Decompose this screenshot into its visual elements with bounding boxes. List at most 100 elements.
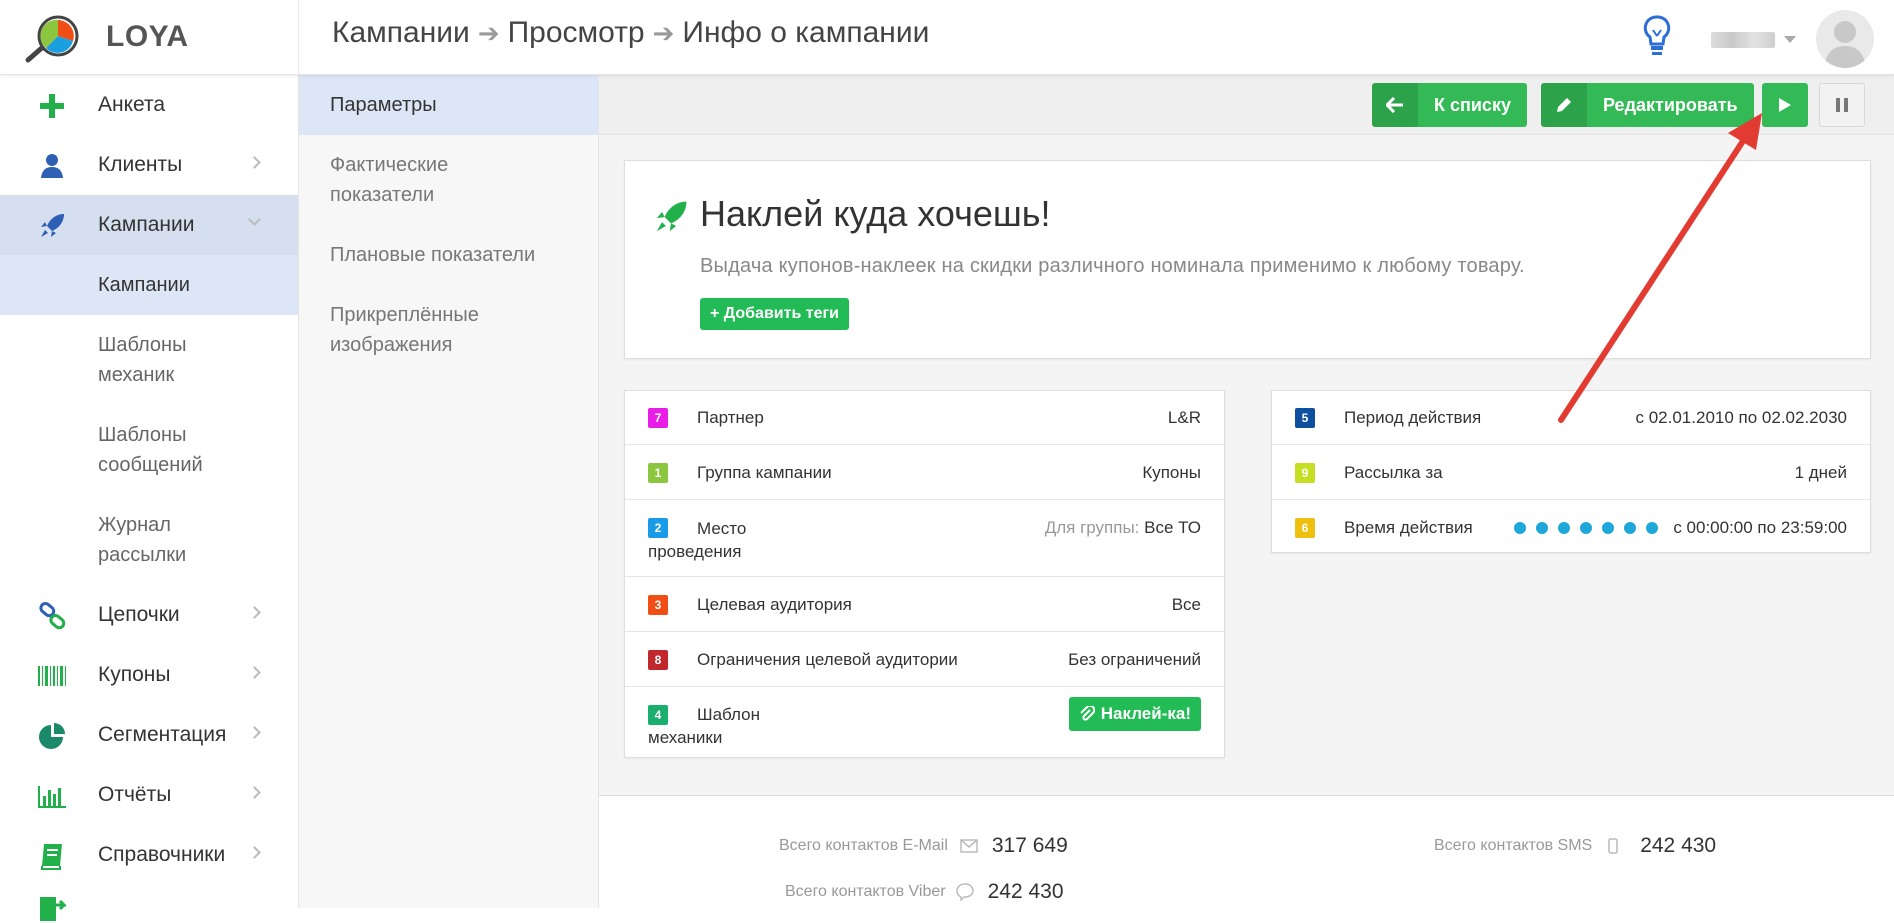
stat-email: Всего контактов E-Mail 317 649: [779, 834, 1068, 858]
start-button[interactable]: [1762, 83, 1808, 127]
table-row: 6 Время действия с 00:00:00 по 23:59:00: [1272, 500, 1870, 552]
row-badge: 3: [648, 595, 668, 615]
arrow-right-icon: ➔: [477, 17, 500, 48]
row-key: Партнер: [697, 408, 764, 427]
mechanic-template-link[interactable]: Наклей-ка!: [1068, 697, 1201, 731]
chain-icon: [39, 602, 66, 630]
add-tags-button[interactable]: + Добавить теги: [700, 298, 849, 330]
campaign-params-left: 7 Партнер L&R 1 Группа кампании Купоны 2…: [624, 390, 1225, 758]
edit-label: Редактировать: [1603, 94, 1738, 115]
tab-attached-images[interactable]: Прикреплённые изображения: [299, 285, 519, 375]
row-value: с 02.01.2010 по 02.02.2030: [1635, 408, 1848, 427]
sidebar-subitem-mailing-log[interactable]: Журнал рассылки: [0, 495, 210, 585]
day-dot: [1624, 522, 1636, 534]
chevron-right-icon: [248, 666, 261, 679]
chevron-right-icon: [248, 156, 261, 169]
tab-actual-metrics[interactable]: Фактические показатели: [299, 135, 519, 225]
sidebar-item-clients[interactable]: Клиенты: [0, 135, 298, 195]
edit-button[interactable]: Редактировать: [1541, 83, 1754, 127]
chevron-right-icon: [248, 846, 261, 859]
mechanic-template-label: Наклей-ка!: [1100, 704, 1191, 723]
table-row: 8 Ограничения целевой аудитории Без огра…: [625, 632, 1224, 687]
sidebar-item-coupons[interactable]: Купоны: [0, 645, 298, 705]
table-row: 2 Место проведения Для группы: Все ТО: [625, 500, 1224, 577]
row-key: Ограничения целевой аудитории: [697, 650, 958, 669]
row-key: Целевая аудитория: [697, 595, 852, 614]
pause-button[interactable]: [1819, 83, 1865, 127]
row-key: Период действия: [1344, 408, 1482, 427]
back-to-list-button[interactable]: К списку: [1372, 83, 1527, 127]
sidebar-item-anketa[interactable]: Анкета: [0, 75, 298, 135]
sidebar-subitem-label: Кампании: [98, 274, 190, 296]
phone-icon: [1608, 838, 1618, 854]
export-icon: [40, 897, 66, 921]
table-row: 7 Партнер L&R: [625, 391, 1224, 445]
sidebar-item-label: Кампании: [98, 213, 195, 236]
user-name[interactable]: [1711, 32, 1775, 48]
lightbulb-icon[interactable]: [1642, 14, 1672, 58]
tab-planned-metrics[interactable]: Плановые показатели: [299, 225, 598, 285]
stat-label: Всего контактов Viber: [785, 883, 946, 900]
sidebar-subitem-campaigns[interactable]: Кампании: [0, 255, 298, 315]
row-badge: 7: [648, 408, 668, 428]
sidebar-item-directories[interactable]: Справочники: [0, 825, 298, 885]
rocket-icon: [41, 214, 64, 237]
sidebar-item-partial[interactable]: [0, 885, 298, 921]
campaign-params-right: 5 Период действия с 02.01.2010 по 02.02.…: [1271, 390, 1871, 553]
day-dot: [1514, 522, 1526, 534]
toolbar: К списку Редактировать: [599, 75, 1894, 135]
row-value: Купоны: [1142, 463, 1201, 482]
row-badge: 5: [1295, 408, 1315, 428]
row-badge: 1: [648, 463, 668, 483]
breadcrumb-current: Инфо о кампании: [682, 16, 930, 49]
sidebar-item-chains[interactable]: Цепочки: [0, 585, 298, 645]
breadcrumb-item[interactable]: Кампании: [332, 16, 470, 50]
sidebar-subitem-label: Шаблоны механик: [98, 334, 187, 386]
bar-chart-icon: [38, 786, 66, 808]
row-value: L&R: [1167, 408, 1201, 427]
user-silhouette-icon: [1824, 21, 1866, 68]
sidebar-item-reports[interactable]: Отчёты: [0, 765, 298, 825]
tab-parameters[interactable]: Параметры: [299, 75, 598, 135]
stat-value: 242 430: [1640, 834, 1717, 857]
sidebar-item-label: Цепочки: [98, 603, 180, 626]
row-badge: 9: [1295, 463, 1315, 483]
breadcrumb-item[interactable]: Просмотр: [508, 16, 645, 50]
stat-label: Всего контактов E-Mail: [779, 837, 948, 854]
main-content: К списку Редактировать Наклей куда хочеш…: [599, 75, 1894, 908]
table-row: 9 Рассылка за 1 дней: [1272, 445, 1870, 500]
sidebar-item-label: Анкета: [98, 93, 166, 116]
sidebar-item-label: Купоны: [98, 663, 171, 686]
day-dot: [1558, 522, 1570, 534]
chevron-right-icon: [248, 786, 261, 799]
row-key: Рассылка за: [1344, 463, 1443, 482]
rocket-icon: [656, 201, 687, 232]
campaign-title: Наклей куда хочешь!: [700, 193, 1051, 234]
avatar[interactable]: [1816, 10, 1874, 68]
sidebar-subitem-label: Шаблоны сообщений: [98, 424, 203, 476]
pause-icon: [1836, 98, 1848, 112]
stat-value: 317 649: [991, 834, 1068, 857]
chevron-right-icon: [248, 726, 261, 739]
logo-area[interactable]: LOYA: [0, 0, 299, 75]
sidebar-item-label: Клиенты: [98, 153, 183, 176]
logo-text: LOYA: [106, 20, 189, 53]
chevron-down-icon[interactable]: [1784, 36, 1796, 43]
sidebar-subitem-mechanic-templates[interactable]: Шаблоны механик: [0, 315, 210, 405]
stat-label: Всего контактов SMS: [1434, 837, 1593, 854]
row-key: Место проведения: [648, 519, 747, 561]
sidebar-item-segmentation[interactable]: Сегментация: [0, 705, 298, 765]
sidebar-item-label: Отчёты: [98, 783, 172, 806]
sidebar-item-campaigns[interactable]: Кампании: [0, 195, 298, 255]
day-dot: [1580, 522, 1592, 534]
user-icon: [41, 154, 63, 178]
barcode-icon: [38, 666, 66, 686]
table-row: 5 Период действия с 02.01.2010 по 02.02.…: [1272, 391, 1870, 445]
row-value-text: Все ТО: [1144, 518, 1201, 537]
sidebar-subitem-message-templates[interactable]: Шаблоны сообщений: [0, 405, 210, 495]
pie-icon: [39, 723, 65, 749]
row-value: Без ограничений: [1068, 650, 1201, 669]
row-key: Время действия: [1344, 518, 1473, 537]
stat-viber: Всего контактов Viber 242 430: [785, 880, 1064, 904]
day-dot: [1602, 522, 1614, 534]
